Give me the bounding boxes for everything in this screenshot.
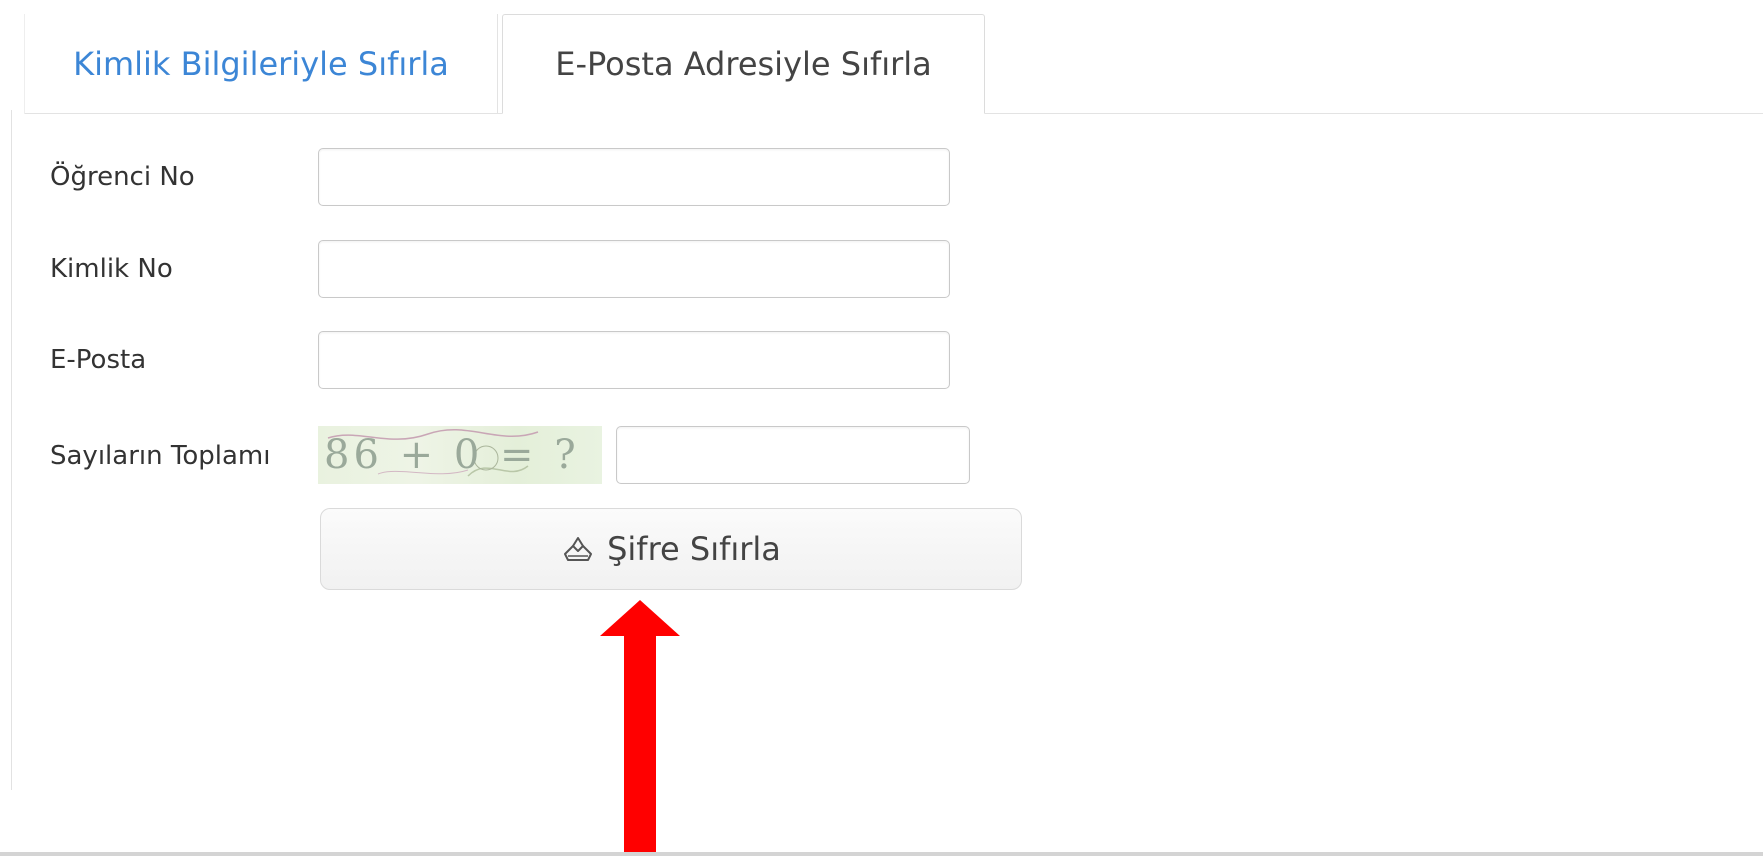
tab-identity-reset[interactable]: Kimlik Bilgileriyle Sıfırla [24, 14, 498, 114]
captcha-text: 86 + 0 = ? [324, 432, 580, 478]
tab-email-reset-label: E-Posta Adresiyle Sıfırla [555, 45, 932, 83]
email-input[interactable] [318, 331, 950, 389]
captcha-label: Sayıların Toplamı [50, 441, 271, 471]
reset-password-button[interactable]: Şifre Sıfırla [320, 508, 1022, 590]
panel-border [11, 110, 12, 790]
tab-identity-reset-label: Kimlik Bilgileriyle Sıfırla [73, 45, 449, 83]
bottom-border [0, 852, 1763, 856]
student-no-input[interactable] [318, 148, 950, 206]
student-no-label: Öğrenci No [50, 162, 195, 192]
id-no-label: Kimlik No [50, 254, 173, 284]
reset-icon [561, 532, 595, 566]
password-reset-page: Kimlik Bilgileriyle Sıfırla E-Posta Adre… [0, 0, 1763, 856]
tab-email-reset[interactable]: E-Posta Adresiyle Sıfırla [502, 14, 985, 114]
red-arrow-annotation [600, 600, 680, 852]
captcha-answer-input[interactable] [616, 426, 970, 484]
email-label: E-Posta [50, 345, 147, 375]
reset-password-button-label: Şifre Sıfırla [607, 530, 781, 568]
captcha-image: 86 + 0 = ? [318, 426, 602, 484]
id-no-input[interactable] [318, 240, 950, 298]
